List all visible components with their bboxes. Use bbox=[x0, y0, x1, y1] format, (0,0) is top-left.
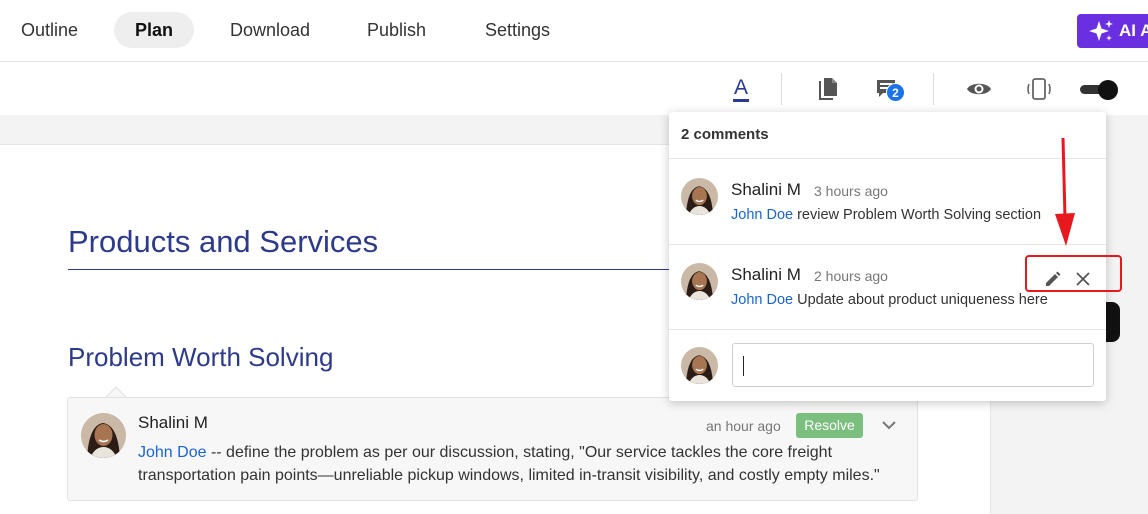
comment-item[interactable]: Shalini M 3 hours ago John Doe review Pr… bbox=[669, 160, 1106, 245]
inline-comment-card: Shalini M an hour ago Resolve John Doe -… bbox=[67, 397, 918, 501]
heading-problem-worth-solving[interactable]: Problem Worth Solving bbox=[68, 342, 333, 373]
toggle-switch[interactable] bbox=[1080, 80, 1120, 100]
toolbar-divider bbox=[933, 73, 934, 105]
comment-timestamp: 2 hours ago bbox=[814, 268, 888, 284]
tab-outline[interactable]: Outline bbox=[0, 12, 99, 48]
document-button[interactable] bbox=[813, 74, 843, 104]
reply-input[interactable] bbox=[732, 343, 1094, 387]
text-cursor bbox=[743, 356, 744, 376]
font-color-button[interactable]: A bbox=[726, 74, 756, 104]
mention-link[interactable]: John Doe bbox=[138, 444, 207, 461]
comment-body: Update about product uniqueness here bbox=[793, 292, 1048, 308]
comment-text: John Doe review Problem Worth Solving se… bbox=[731, 207, 1041, 223]
avatar bbox=[681, 178, 718, 215]
tab-publish[interactable]: Publish bbox=[346, 12, 447, 48]
document-icon bbox=[819, 78, 837, 100]
mention-link[interactable]: John Doe bbox=[731, 207, 793, 223]
heading-underline bbox=[68, 269, 688, 270]
resolve-button[interactable]: Resolve bbox=[796, 413, 863, 438]
comment-text-line1: -- define the problem as per our discuss… bbox=[206, 444, 833, 461]
comments-count-badge: 2 bbox=[886, 83, 905, 102]
tab-download[interactable]: Download bbox=[209, 12, 331, 48]
top-navigation: Outline Plan Download Publish Settings A… bbox=[0, 0, 1148, 62]
eye-icon bbox=[967, 83, 991, 95]
comment-timestamp: an hour ago bbox=[706, 418, 781, 434]
avatar bbox=[81, 413, 126, 458]
heading-products-and-services[interactable]: Products and Services bbox=[68, 224, 378, 260]
mention-link[interactable]: John Doe bbox=[731, 292, 793, 308]
editor-toolbar: A 2 bbox=[0, 63, 1148, 115]
comment-author: Shalini M bbox=[138, 413, 208, 432]
device-preview-icon bbox=[1027, 78, 1051, 100]
toggle-knob bbox=[1098, 80, 1118, 100]
avatar bbox=[681, 263, 718, 300]
annotation-arrow bbox=[1055, 138, 1075, 246]
toolbar-divider bbox=[781, 73, 782, 105]
ai-button-label: AI A bbox=[1119, 21, 1148, 40]
comment-author: Shalini M bbox=[731, 180, 801, 199]
reply-row bbox=[669, 330, 1106, 400]
font-color-icon: A bbox=[732, 76, 749, 102]
comment-timestamp: 3 hours ago bbox=[814, 183, 888, 199]
annotation-highlight-box bbox=[1025, 255, 1122, 292]
tab-plan[interactable]: Plan bbox=[114, 12, 195, 48]
preview-button[interactable] bbox=[964, 74, 994, 104]
comments-button[interactable]: 2 bbox=[872, 74, 905, 104]
avatar bbox=[681, 347, 718, 384]
comment-body: review Problem Worth Solving section bbox=[793, 207, 1042, 223]
chevron-down-icon[interactable] bbox=[880, 418, 898, 432]
comment-text: John Doe -- define the problem as per ou… bbox=[138, 441, 908, 487]
comment-text: John Doe Update about product uniqueness… bbox=[731, 292, 1048, 308]
ai-assistant-button[interactable]: AI A bbox=[1077, 14, 1148, 48]
comment-author: Shalini M bbox=[731, 265, 801, 284]
tab-settings[interactable]: Settings bbox=[464, 12, 571, 48]
comments-popup-header: 2 comments bbox=[669, 112, 1106, 159]
comment-text-line2: transportation pain points—unreliable pi… bbox=[138, 467, 880, 484]
comments-count-title: 2 comments bbox=[681, 126, 769, 143]
sparkle-icon bbox=[1089, 20, 1113, 41]
device-preview-button[interactable] bbox=[1024, 74, 1054, 104]
